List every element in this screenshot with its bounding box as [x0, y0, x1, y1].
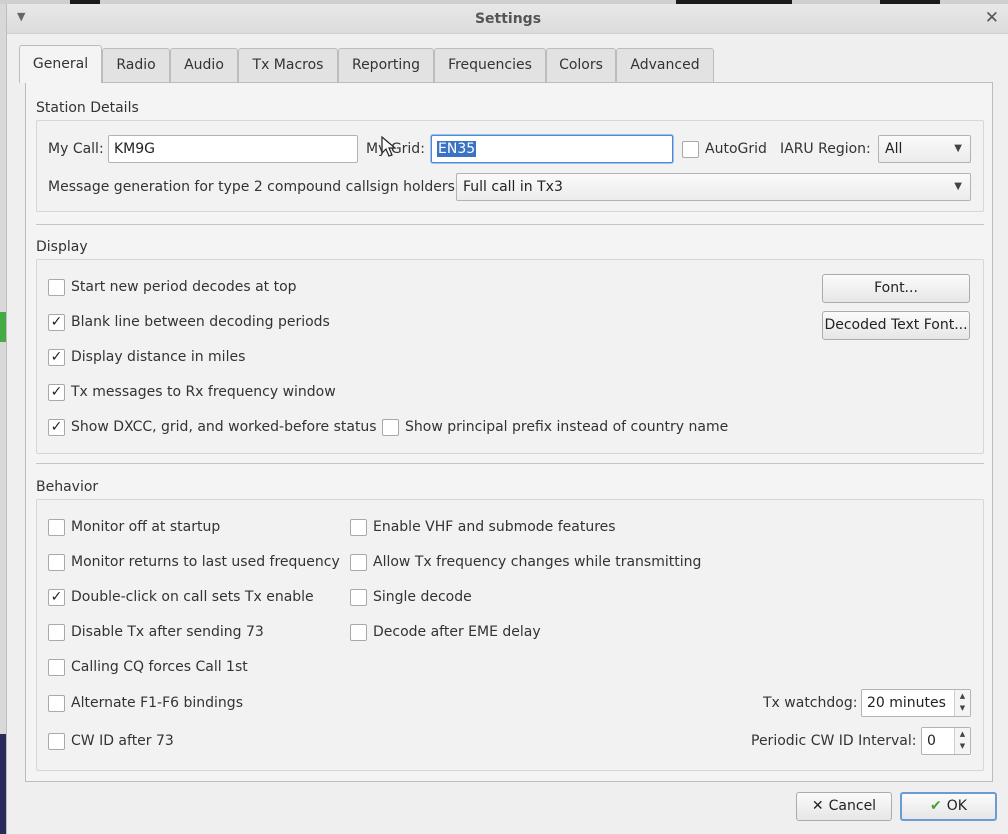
behavior-option-checkbox[interactable] [350, 589, 367, 606]
behavior-title: Behavior [36, 479, 99, 495]
cw-id-interval-spinbox[interactable]: 0 ▲ ▼ [921, 727, 971, 755]
tab-label: Tx Macros [252, 57, 324, 73]
my-grid-input[interactable]: EN35 [431, 135, 673, 163]
my-grid-selected-text: EN35 [437, 141, 477, 157]
behavior-option-checkbox[interactable] [48, 554, 65, 571]
behavior-option-checkbox[interactable] [48, 659, 65, 676]
tab-label: Reporting [351, 57, 421, 73]
display-option-checkbox[interactable]: ✓ [48, 349, 65, 366]
tab-tx-macros[interactable]: Tx Macros [238, 48, 338, 82]
cw-id-interval-label: Periodic CW ID Interval: [751, 733, 917, 749]
chevron-down-icon: ▼ [954, 181, 962, 192]
display-option-label: Display distance in miles [71, 349, 246, 365]
tab-label: Radio [116, 57, 156, 73]
title-bar[interactable]: ▼ Settings ✕ [7, 4, 1008, 34]
section-divider [36, 224, 984, 225]
cancel-label: Cancel [828, 798, 877, 814]
checkmark-icon: ✔ [930, 798, 942, 814]
behavior-option-checkbox[interactable] [48, 519, 65, 536]
behavior-option-label: Decode after EME delay [373, 624, 541, 640]
tab-label: Audio [184, 57, 224, 73]
tab-frequencies[interactable]: Frequencies [434, 48, 546, 82]
tab-label: Advanced [630, 57, 700, 73]
message-generation-label: Message generation for type 2 compound c… [48, 179, 460, 195]
section-divider [36, 463, 984, 464]
iaru-region-select[interactable]: All ▼ [878, 135, 971, 163]
display-option-label: Tx messages to Rx frequency window [71, 384, 336, 400]
behavior-option-checkbox[interactable] [48, 695, 65, 712]
display-option-checkbox[interactable] [48, 279, 65, 296]
settings-dialog: ▼ Settings ✕ General Radio Audio Tx Macr… [6, 4, 1008, 834]
behavior-option-label: Monitor off at startup [71, 519, 221, 535]
iaru-region-value: All [885, 141, 903, 157]
cw-id-interval-value: 0 [927, 733, 936, 749]
display-option-label: Start new period decodes at top [71, 279, 297, 295]
tab-radio[interactable]: Radio [102, 48, 170, 82]
behavior-option-label: Calling CQ forces Call 1st [71, 659, 248, 675]
principal-prefix-checkbox[interactable] [382, 419, 399, 436]
display-option-checkbox[interactable]: ✓ [48, 384, 65, 401]
iaru-region-label: IARU Region: [780, 141, 871, 157]
mouse-cursor-icon [381, 136, 397, 157]
behavior-option-label: Allow Tx frequency changes while transmi… [373, 554, 702, 570]
tab-label: Frequencies [448, 57, 532, 73]
tab-colors[interactable]: Colors [546, 48, 616, 82]
tab-reporting[interactable]: Reporting [338, 48, 434, 82]
behavior-option-label: Enable VHF and submode features [373, 519, 616, 535]
principal-prefix-label: Show principal prefix instead of country… [405, 419, 729, 435]
spin-arrows-icon[interactable]: ▲ ▼ [954, 728, 970, 754]
spin-arrows-icon[interactable]: ▲ ▼ [954, 690, 970, 716]
my-call-label: My Call: [48, 141, 104, 157]
behavior-option-checkbox[interactable] [350, 519, 367, 536]
tab-general[interactable]: General [19, 45, 102, 83]
tab-audio[interactable]: Audio [170, 48, 238, 82]
behavior-option-checkbox[interactable]: ✓ [48, 589, 65, 606]
behavior-option-label: Single decode [373, 589, 472, 605]
decoded-text-font-button[interactable]: Decoded Text Font... [822, 311, 970, 340]
behavior-option-checkbox[interactable] [350, 554, 367, 571]
behavior-option-checkbox[interactable] [350, 624, 367, 641]
display-title: Display [36, 239, 88, 255]
close-icon[interactable]: ✕ [985, 8, 999, 28]
station-details-title: Station Details [36, 100, 139, 116]
ok-label: OK [946, 798, 967, 814]
cancel-button[interactable]: ✕ Cancel [796, 792, 892, 821]
cancel-icon: ✕ [811, 798, 824, 814]
tx-watchdog-spinbox[interactable]: 20 minutes ▲ ▼ [861, 689, 971, 717]
tx-watchdog-label: Tx watchdog: [763, 695, 858, 711]
tab-label: General [32, 56, 89, 72]
behavior-option-label: CW ID after 73 [71, 733, 174, 749]
behavior-option-label: Monitor returns to last used frequency [71, 554, 340, 570]
display-option-checkbox[interactable]: ✓ [48, 419, 65, 436]
behavior-option-label: Disable Tx after sending 73 [71, 624, 264, 640]
ok-button[interactable]: ✔ OK [900, 792, 997, 821]
tx-watchdog-value: 20 minutes [867, 695, 946, 711]
my-call-input[interactable]: KM9G [108, 135, 358, 163]
behavior-option-checkbox[interactable] [48, 624, 65, 641]
chevron-down-icon: ▼ [954, 143, 962, 154]
tab-advanced[interactable]: Advanced [616, 48, 714, 82]
autogrid-checkbox[interactable] [682, 141, 699, 158]
tab-label: Colors [559, 57, 603, 73]
behavior-option-label: Alternate F1-F6 bindings [71, 695, 243, 711]
display-option-checkbox[interactable]: ✓ [48, 314, 65, 331]
font-button[interactable]: Font... [822, 274, 970, 303]
behavior-option-checkbox[interactable] [48, 733, 65, 750]
autogrid-label: AutoGrid [705, 141, 767, 157]
display-option-label: Blank line between decoding periods [71, 314, 330, 330]
display-option-label: Show DXCC, grid, and worked-before statu… [71, 419, 377, 435]
behavior-option-label: Double-click on call sets Tx enable [71, 589, 314, 605]
window-title: Settings [474, 11, 542, 27]
message-generation-value: Full call in Tx3 [463, 179, 563, 195]
message-generation-select[interactable]: Full call in Tx3 ▼ [456, 173, 971, 201]
general-tab-panel: Station Details My Call: KM9G My Grid: E… [25, 82, 993, 782]
